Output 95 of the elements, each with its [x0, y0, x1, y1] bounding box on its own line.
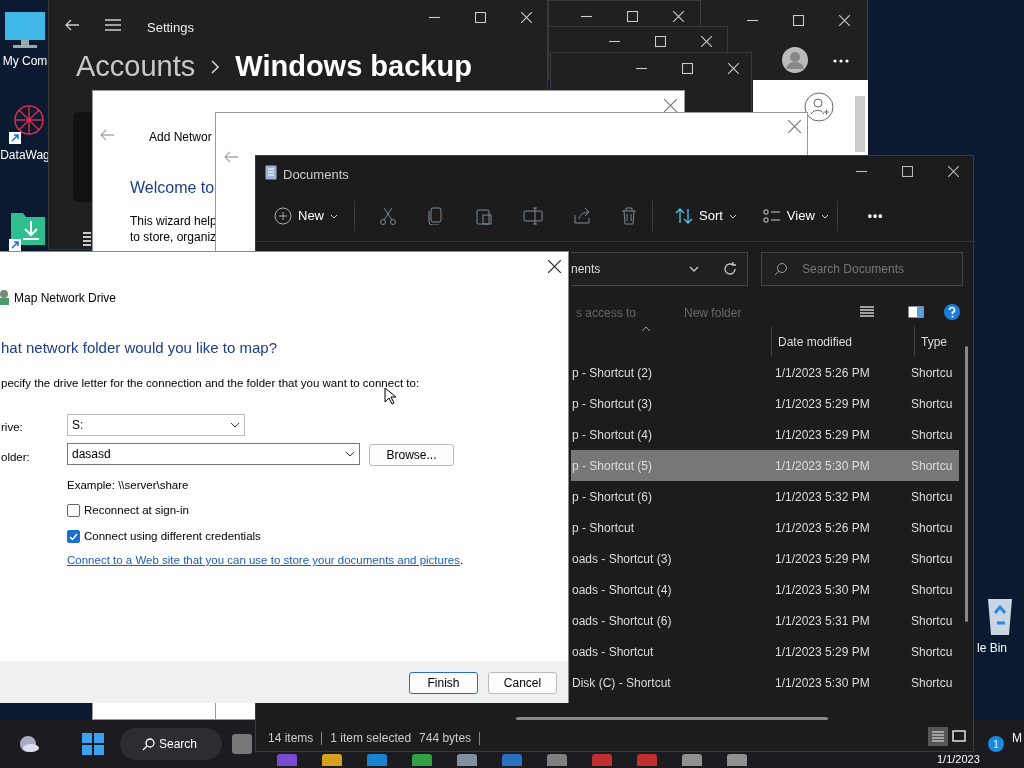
paste-icon[interactable]: [475, 207, 493, 225]
checkbox[interactable]: [67, 530, 80, 544]
address-bar[interactable]: nents: [571, 252, 748, 286]
notification-badge[interactable]: 1: [988, 736, 1004, 752]
dialog-heading: hat network folder would you like to map?: [1, 338, 277, 358]
rename-icon[interactable]: [523, 207, 543, 225]
list-icon: [82, 232, 92, 248]
chevron-down-icon: [230, 422, 240, 428]
avatar-icon[interactable]: [782, 47, 808, 73]
monitor-icon[interactable]: [3, 10, 47, 50]
file-row[interactable]: p - Shortcut (6) 1/1/2023 5:32 PM Shortcu: [571, 481, 959, 512]
add-person-icon[interactable]: [804, 92, 834, 122]
icon-label: le Bin: [976, 640, 1008, 657]
delete-icon[interactable]: [621, 207, 637, 225]
scrollbar[interactable]: [965, 346, 968, 622]
search-icon: [774, 262, 788, 276]
search-icon: [142, 737, 155, 751]
sort-up-icon: [641, 326, 651, 332]
instruction-text: pecify the drive letter for the connection and the folder that you want to connect to:: [1, 376, 420, 391]
maximize-icon[interactable]: [682, 63, 693, 74]
maximize-icon[interactable]: [655, 36, 666, 47]
caret-icon: [330, 213, 338, 219]
status-text: 14 items: [268, 730, 314, 747]
close-icon[interactable]: [948, 166, 959, 177]
status-text: 744 bytes: [419, 730, 472, 747]
plus-circle-icon: [274, 207, 292, 225]
view-button[interactable]: View: [754, 202, 837, 230]
window-title: Settings: [147, 19, 194, 37]
file-row[interactable]: oads - Shortcut (3) 1/1/2023 5:29 PM Shortcu: [571, 543, 959, 574]
file-row[interactable]: p - Shortcut (3) 1/1/2023 5:29 PM Shortcu: [571, 388, 959, 419]
view-list-icon: [762, 209, 781, 223]
file-row[interactable]: Disk (C) - Shortcut 1/1/2023 5:30 PM Shortcu: [571, 667, 959, 698]
wizard-heading: Welcome to: [130, 178, 215, 198]
new-button[interactable]: New: [266, 202, 346, 230]
dialog-button[interactable]: Cancel: [488, 672, 557, 694]
maximize-icon[interactable]: [902, 166, 913, 177]
search-field[interactable]: Search: [120, 728, 222, 760]
icon-label: My Com: [2, 53, 48, 70]
window-title: Add Networ: [149, 129, 212, 146]
scrollbar[interactable]: [516, 717, 828, 720]
details-view-icon[interactable]: [860, 306, 874, 318]
close-icon[interactable]: [548, 260, 561, 273]
refresh-icon[interactable]: [723, 262, 737, 276]
sort-icon: [675, 208, 693, 224]
web-site-link[interactable]: Connect to a Web site that you can use to store your documents and pictures: [67, 554, 460, 566]
checkbox-label[interactable]: Reconnect at sign-in: [84, 502, 189, 520]
file-row[interactable]: p - Shortcut (4) 1/1/2023 5:29 PM Shortcu: [571, 419, 959, 450]
checkbox[interactable]: [67, 504, 80, 518]
search-field[interactable]: Search Documents: [761, 252, 963, 286]
clock-date: 1/1/2023: [937, 753, 980, 766]
example-text: Example: \\server\share: [67, 478, 189, 493]
preview-pane-icon[interactable]: [908, 306, 924, 318]
window-title: Map Network Drive: [14, 290, 117, 307]
document-icon: [265, 165, 277, 180]
help-icon[interactable]: [944, 304, 960, 320]
browse-button[interactable]: Browse...: [369, 444, 454, 466]
scrollbar[interactable]: [855, 96, 865, 152]
file-row[interactable]: oads - Shortcut (4) 1/1/2023 5:30 PM Shortcu: [571, 574, 959, 605]
drive-select[interactable]: S:: [67, 414, 245, 436]
clock-time: M: [1012, 730, 1022, 747]
more-button[interactable]: •••: [859, 203, 892, 229]
file-row[interactable]: p - Shortcut (2) 1/1/2023 5:26 PM Shortcu: [571, 357, 959, 388]
file-row[interactable]: oads - Shortcut (6) 1/1/2023 5:31 PM Shortcu: [571, 605, 959, 636]
caret-icon: [728, 213, 737, 219]
cut-icon[interactable]: [379, 207, 397, 225]
weather-icon[interactable]: [18, 735, 40, 753]
field-label: rive:: [1, 420, 23, 435]
link-sentence: Connect to a Web site that you can use to store your documents and pictures.: [67, 553, 464, 568]
share-icon[interactable]: [573, 207, 591, 225]
caret-icon: [820, 213, 829, 219]
maximize-icon[interactable]: [793, 15, 804, 26]
window-title: Documents: [283, 166, 349, 184]
start-icon[interactable]: [82, 733, 104, 755]
sort-button[interactable]: Sort: [667, 202, 745, 230]
menu-icon[interactable]: [105, 19, 121, 31]
chevron-down-icon: [345, 451, 355, 457]
breadcrumb-link[interactable]: Accounts: [76, 45, 196, 89]
back-arrow-icon[interactable]: [65, 19, 79, 31]
file-row[interactable]: oads - Shortcut 1/1/2023 5:29 PM Shortcu: [571, 636, 959, 667]
chevron-down-icon[interactable]: [689, 266, 699, 272]
maximize-icon[interactable]: [475, 12, 486, 23]
mouse-cursor-icon: [384, 387, 396, 405]
field-label: older:: [1, 450, 30, 465]
dialog-button[interactable]: Finish: [409, 672, 478, 694]
checkbox-label[interactable]: Connect using different credentials: [84, 528, 261, 546]
status-text: 1 item selected: [330, 730, 412, 747]
chevron-icon: [211, 59, 220, 74]
page-title: Windows backup: [235, 49, 472, 84]
file-row[interactable]: p - Shortcut 1/1/2023 5:26 PM Shortcu: [571, 512, 959, 543]
column-header[interactable]: Date modified: [771, 326, 914, 356]
more-icon[interactable]: [833, 59, 849, 63]
maximize-icon[interactable]: [627, 11, 638, 22]
network-drive-icon: [0, 289, 9, 305]
folder-combo-box[interactable]: dasasd: [67, 443, 360, 465]
copy-icon[interactable]: [427, 207, 445, 225]
